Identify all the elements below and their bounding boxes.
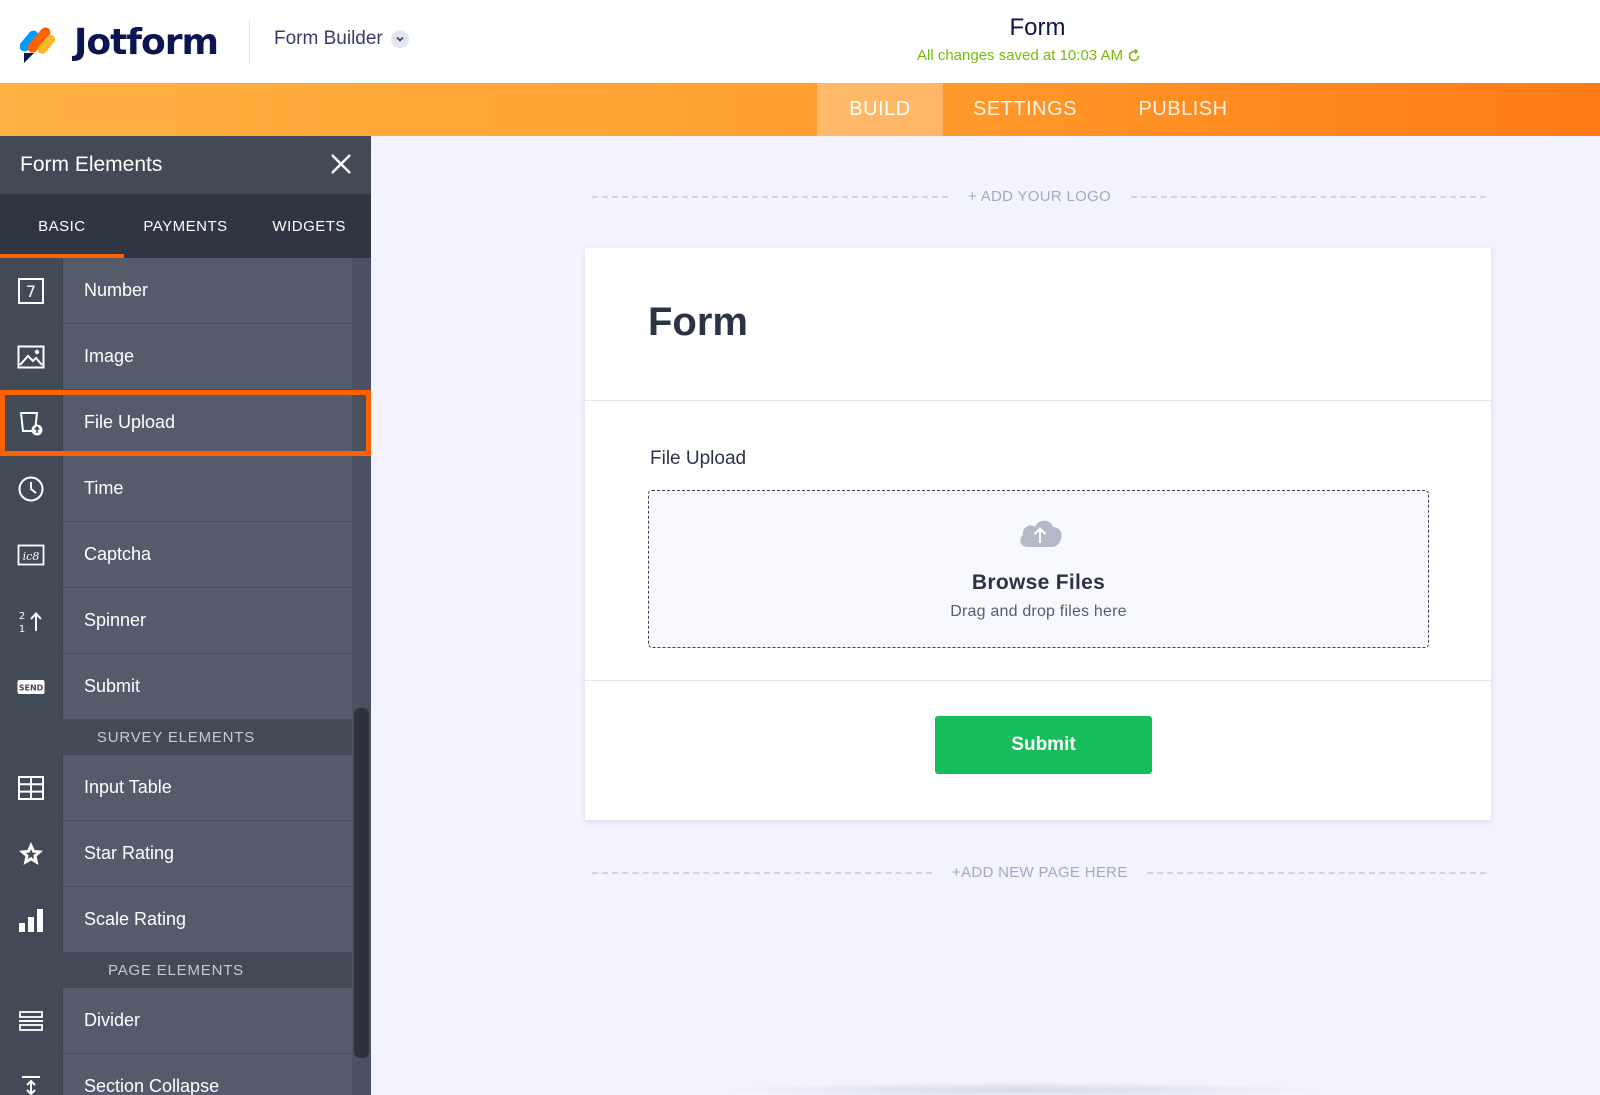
- form-elements-panel: Form Elements BASIC PAYMENTS WIDGETS 7 N…: [0, 136, 371, 1095]
- element-number[interactable]: 7 Number: [0, 258, 371, 324]
- number-icon: 7: [0, 258, 63, 323]
- logo-dash-left: [592, 196, 948, 198]
- drag-drop-hint: Drag and drop files here: [950, 603, 1127, 620]
- tab-payments[interactable]: PAYMENTS: [124, 194, 248, 258]
- element-label: Image: [63, 324, 352, 389]
- element-list: 7 Number Image File Upload Time ic8 Capt…: [0, 258, 371, 1095]
- jotform-logo-icon: [20, 26, 56, 63]
- builder-navbar: BUILD SETTINGS PUBLISH: [0, 83, 1600, 136]
- form-canvas: + ADD YOUR LOGO Form File Upload Browse …: [371, 136, 1600, 1095]
- logo-dash-right: [1131, 196, 1486, 198]
- element-time[interactable]: Time: [0, 456, 371, 522]
- form-heading[interactable]: Form: [648, 300, 748, 345]
- divider-icon: [0, 988, 63, 1053]
- top-header: Jotform Form Builder Form All changes sa…: [0, 0, 1600, 83]
- form-builder-dropdown[interactable]: Form Builder: [274, 28, 409, 50]
- element-label: Section Collapse: [63, 1054, 352, 1095]
- tab-publish[interactable]: PUBLISH: [1107, 83, 1259, 136]
- page-dash-right: [1147, 872, 1486, 874]
- form-card: Form File Upload Browse Files Drag and d…: [585, 248, 1491, 820]
- element-label: Star Rating: [63, 821, 352, 886]
- element-label: Time: [63, 456, 352, 521]
- element-file-upload[interactable]: File Upload: [0, 390, 371, 456]
- file-upload-icon: [0, 390, 63, 455]
- element-divider[interactable]: Divider: [0, 988, 371, 1054]
- spinner-icon: 21: [0, 588, 63, 653]
- element-label: Scale Rating: [63, 887, 352, 952]
- element-label: Divider: [63, 988, 352, 1053]
- chevron-down-icon: [390, 30, 409, 48]
- survey-elements-heading: SURVEY ELEMENTS: [0, 720, 352, 755]
- element-image[interactable]: Image: [0, 324, 371, 390]
- refresh-icon: [1128, 48, 1140, 61]
- captcha-icon: ic8: [0, 522, 63, 587]
- send-icon: SEND: [0, 654, 63, 719]
- add-page-link[interactable]: +ADD NEW PAGE HERE: [952, 864, 1128, 881]
- page-dash-left: [592, 872, 932, 874]
- tab-settings[interactable]: SETTINGS: [943, 83, 1107, 136]
- svg-text:1: 1: [19, 624, 25, 635]
- element-label: Captcha: [63, 522, 352, 587]
- tab-build[interactable]: BUILD: [817, 83, 943, 136]
- add-logo-link[interactable]: + ADD YOUR LOGO: [968, 188, 1111, 205]
- element-input-table[interactable]: Input Table: [0, 755, 371, 821]
- submit-button[interactable]: Submit: [935, 716, 1152, 774]
- panel-header: Form Elements: [0, 136, 371, 194]
- svg-text:SEND: SEND: [19, 683, 44, 692]
- jotform-logo[interactable]: Jotform: [20, 22, 219, 63]
- svg-text:ic8: ic8: [23, 550, 40, 563]
- page-elements-heading: PAGE ELEMENTS: [0, 953, 352, 988]
- star-icon: [0, 821, 63, 886]
- browse-files-text: Browse Files: [971, 571, 1106, 594]
- element-scale-rating[interactable]: Scale Rating: [0, 887, 371, 953]
- header-divider: [249, 20, 250, 62]
- form-title-wrap: Form: [0, 14, 1600, 42]
- table-icon: [0, 755, 63, 820]
- save-status: All changes saved at 10:03 AM: [917, 47, 1141, 64]
- element-label: Number: [63, 258, 352, 323]
- file-upload-label[interactable]: File Upload: [650, 448, 746, 470]
- section-collapse-icon: [0, 1054, 63, 1095]
- element-captcha[interactable]: ic8 Captcha: [0, 522, 371, 588]
- panel-tabs: BASIC PAYMENTS WIDGETS: [0, 194, 371, 258]
- element-label: Input Table: [63, 755, 352, 820]
- svg-text:2: 2: [19, 611, 25, 622]
- save-status-text: All changes saved at 10:03 AM: [917, 47, 1123, 64]
- element-submit[interactable]: SEND Submit: [0, 654, 371, 720]
- svg-text:7: 7: [26, 282, 36, 301]
- submit-separator: [585, 680, 1491, 681]
- bottom-shadow: [711, 1082, 1331, 1095]
- element-spinner[interactable]: 21 Spinner: [0, 588, 371, 654]
- sidebar-scrollbar-track[interactable]: [352, 258, 371, 1095]
- tab-widgets[interactable]: WIDGETS: [247, 194, 371, 258]
- heading-separator: [585, 400, 1491, 401]
- element-label: File Upload: [63, 390, 352, 455]
- image-icon: [0, 324, 63, 389]
- element-section-collapse[interactable]: Section Collapse: [0, 1054, 371, 1095]
- header-form-title: Form: [1009, 14, 1066, 41]
- close-icon[interactable]: [327, 150, 355, 178]
- element-label: Spinner: [63, 588, 352, 653]
- panel-title: Form Elements: [20, 153, 163, 176]
- sidebar-scrollbar-thumb[interactable]: [354, 708, 369, 1058]
- cloud-upload-icon: [1020, 520, 1062, 547]
- bar-chart-icon: [0, 887, 63, 952]
- file-upload-dropzone[interactable]: Browse Files Drag and drop files here: [648, 490, 1429, 648]
- element-star-rating[interactable]: Star Rating: [0, 821, 371, 887]
- clock-icon: [0, 456, 63, 521]
- form-builder-label: Form Builder: [274, 28, 383, 49]
- element-label: Submit: [63, 654, 352, 719]
- tab-basic[interactable]: BASIC: [0, 194, 124, 258]
- brand-name: Jotform: [74, 22, 219, 63]
